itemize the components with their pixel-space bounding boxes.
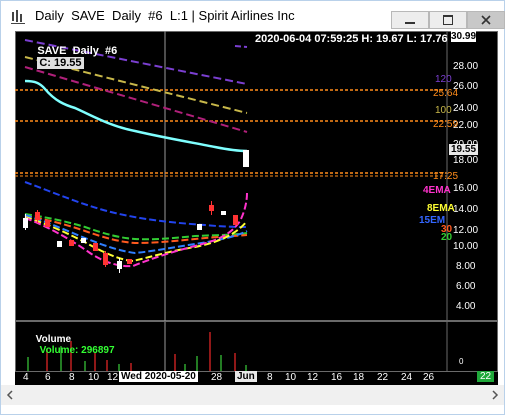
price-label: 14.00 [453,204,479,215]
candles [23,150,249,273]
volume-value: Volume: 296897 [39,345,115,356]
x-tick: 8 [69,372,75,383]
price-label: 8.00 [456,261,476,272]
right-badge: 22 [477,371,495,382]
close-icon [481,15,491,25]
level-120: 120 [435,74,452,85]
x-tick-jun: Jun [235,371,257,382]
left-margin [1,31,15,385]
ma-50-line [24,79,248,153]
price-label-top: 30.99 [451,31,477,42]
x-tick: 4 [23,372,29,383]
window-title: Daily SAVE Daily #6 L:1 | Spirit Airline… [35,8,295,23]
x-tick: 18 [353,372,365,383]
x-tick: 24 [401,372,413,383]
close-badge: C: 19.55 [37,57,84,69]
level-25-64: 25.64 [433,88,459,99]
x-tick: 10 [88,372,100,383]
bar-info: 2020-06-04 07:59:25 H: 19.67 L: 17.76 [255,33,448,45]
title-bar[interactable]: Daily SAVE Daily #6 L:1 | Spirit Airline… [1,1,505,31]
ema4-label: 4EMA [423,185,451,196]
price-label: 28.00 [453,61,479,72]
scroll-right-icon[interactable] [488,385,502,405]
volume-label: Volume [35,334,72,345]
scroll-thumb[interactable] [17,388,487,402]
chart-window: Daily SAVE Daily #6 L:1 | Spirit Airline… [0,0,505,415]
maximize-icon [443,15,453,25]
close-button[interactable] [467,11,505,29]
volume-zero: 0 [459,357,464,366]
last-candle [243,150,249,167]
price-label: 6.00 [456,281,476,292]
price-label: 24.00 [453,103,479,114]
ma-top-line [234,45,248,48]
x-tick: 12 [107,372,119,383]
level-100: 100 [435,105,452,116]
minimize-button[interactable] [391,11,429,29]
horizontal-scrollbar[interactable] [1,385,504,405]
x-tick: 26 [423,372,435,383]
x-axis: 4 6 8 10 12 Wed 2020-05-20 28 Jun 8 10 1… [15,371,498,385]
symbol-header: SAVE Daily #6 [37,45,118,57]
price-label: 16.00 [453,183,479,194]
price-axis: 30.99 28.00 26.00 24.00 22.00 20.00 18.0… [419,31,498,321]
x-tick: 8 [267,372,273,383]
price-chart[interactable]: SAVE Daily #6 C: 19.55 2020-06-04 07:59:… [15,31,498,385]
x-tick: 28 [211,372,223,383]
x-tick: 16 [331,372,343,383]
scroll-left-icon[interactable] [3,385,17,405]
level-20: 20 [441,232,453,243]
x-tick: 10 [285,372,297,383]
price-label: 12.00 [453,225,479,236]
price-label: 18.00 [453,155,479,166]
x-tick: 6 [45,372,51,383]
crosshair-date: Wed 2020-05-20 [119,371,198,382]
level-17-25: 17.25 [433,171,459,182]
chart-app-icon [11,10,25,24]
x-tick: 22 [377,372,389,383]
maximize-button[interactable] [429,11,467,29]
price-label: 10.00 [453,241,479,252]
ema8-label: 8EMA [427,203,455,214]
minimize-icon [405,22,415,24]
x-tick: 12 [307,372,319,383]
price-label: 4.00 [456,301,476,312]
level-22-59: 22.59 [433,119,459,130]
current-price-badge: 19.55 [449,144,479,155]
